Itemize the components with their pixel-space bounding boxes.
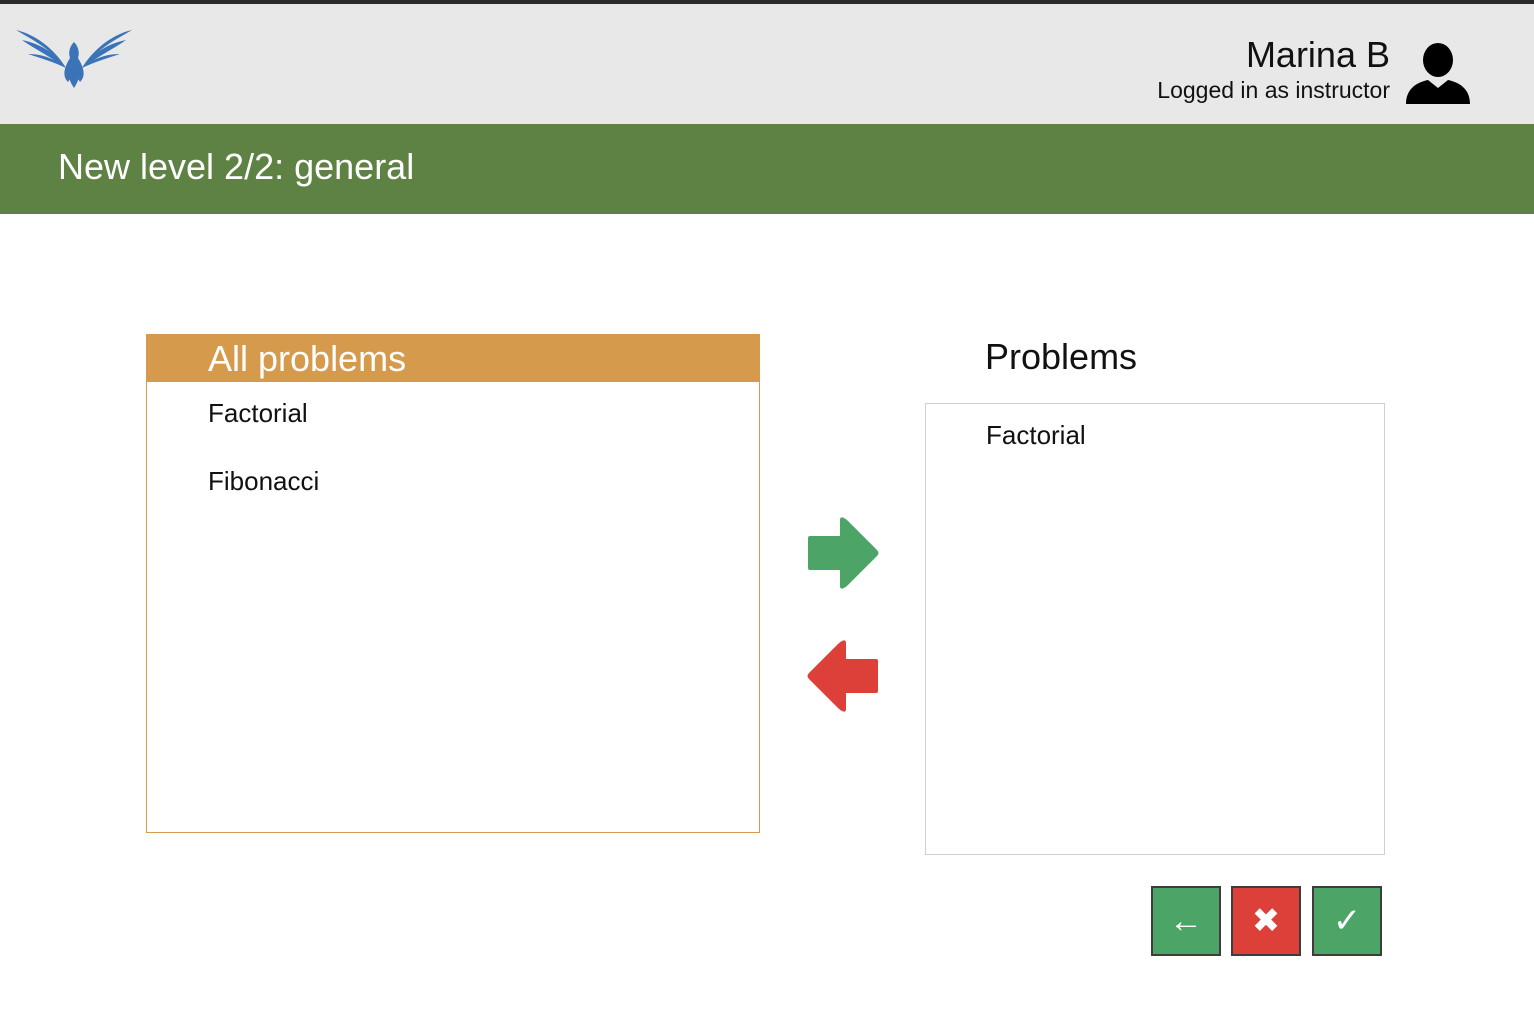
user-role: Logged in as instructor	[1157, 77, 1390, 103]
cancel-button[interactable]: ✖	[1231, 886, 1301, 956]
page-title-bar: New level 2/2: general	[0, 124, 1534, 214]
confirm-button[interactable]: ✓	[1312, 886, 1382, 956]
user-icon[interactable]	[1404, 42, 1472, 106]
all-problems-header: All problems	[147, 335, 759, 382]
phoenix-logo[interactable]	[14, 24, 134, 90]
app-header: Marina B Logged in as instructor	[0, 4, 1534, 124]
page-title: New level 2/2: general	[58, 146, 415, 187]
selected-problems-item[interactable]: Factorial	[986, 420, 1086, 451]
all-problems-item[interactable]: Fibonacci	[208, 466, 319, 497]
arrow-right-icon[interactable]	[806, 516, 880, 590]
selected-problems-heading: Problems	[985, 336, 1138, 377]
back-button[interactable]: ←	[1151, 886, 1221, 956]
selected-problems-panel: Factorial	[925, 403, 1385, 855]
all-problems-heading: All problems	[208, 338, 407, 379]
all-problems-item[interactable]: Factorial	[208, 398, 308, 429]
all-problems-panel: All problems Factorial Fibonacci	[146, 334, 760, 833]
arrow-left-icon[interactable]	[806, 639, 880, 713]
user-name: Marina B	[1245, 34, 1390, 75]
